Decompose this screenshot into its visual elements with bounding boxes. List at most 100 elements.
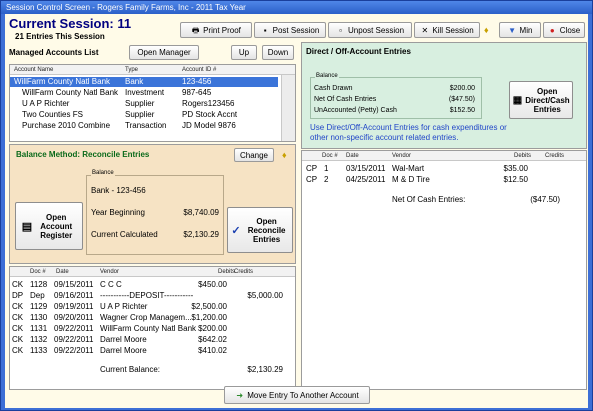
entry-vendor: WillFarm County Natl Bank [100, 324, 197, 333]
post-session-label: Post Session [272, 25, 320, 35]
account-id: 987-645 [182, 88, 212, 97]
col-debits: Debits [514, 153, 532, 159]
table-row[interactable]: CK 1132 09/22/2011 Darrel Moore $642.02 [10, 335, 295, 345]
cash-drawn-value: $200.00 [449, 85, 475, 92]
account-type: Transaction [125, 121, 167, 130]
table-row[interactable]: CK 1133 09/22/2011 Darrel Moore $410.02 [10, 346, 295, 356]
entry-doc: 1131 [30, 324, 48, 333]
session-title: Current Session: 11 [9, 16, 132, 31]
entry-vendor: U A P Richter [100, 302, 148, 311]
col-account-name: Account Name [14, 67, 54, 73]
table-row[interactable]: CP 1 03/15/2011 Wal-Mart $35.00 [302, 164, 586, 174]
year-beginning-label: Year Beginning [91, 208, 145, 217]
change-button[interactable]: Change [234, 148, 274, 162]
col-date: Date [56, 269, 69, 275]
table-row[interactable]: CK 1128 09/15/2011 C C C $450.00 [10, 280, 295, 290]
entry-vendor: Wal-Mart [392, 164, 425, 173]
move-entry-button[interactable]: ➜ Move Entry To Another Account [224, 386, 370, 404]
client-area: Current Session: 11 21 Entries This Sess… [5, 14, 588, 408]
open-direct-cash-entries-label: Open Direct/Cash Entries [525, 86, 570, 114]
printer-icon: 🖶 [191, 25, 200, 35]
minimize-icon: ▼ [508, 25, 516, 35]
col-debits: Debits [218, 269, 236, 275]
entry-type: CK [12, 302, 24, 311]
table-row[interactable]: DP Dep 09/16/2011 -----------DEPOSIT----… [10, 291, 295, 301]
register-icon: ▤ [21, 220, 33, 233]
col-account-id: Account ID # [182, 67, 217, 73]
entry-date: 09/19/2011 [54, 302, 94, 311]
table-row[interactable]: CK 1131 09/22/2011 WillFarm County Natl … [10, 324, 295, 334]
account-id: JD Model 9876 [182, 121, 236, 130]
col-doc: Doc # [322, 153, 338, 159]
list-item[interactable]: Two Counties FS Supplier PD Stock Accnt [10, 110, 295, 120]
table-row[interactable]: CK 1130 09/20/2011 Wagner Crop Managem..… [10, 313, 295, 323]
entry-type: CK [12, 335, 24, 344]
entry-type: CP [306, 164, 318, 173]
entry-type: DP [12, 291, 24, 300]
table-row[interactable]: CP 2 04/25/2011 M & D Tire $12.50 [302, 175, 586, 185]
account-name: Purchase 2010 Combine [22, 121, 111, 130]
list-item[interactable]: Purchase 2010 Combine Transaction JD Mod… [10, 121, 295, 131]
move-up-button[interactable]: Up [231, 45, 257, 60]
direct-entries-note: Use Direct/Off-Account Entries for cash … [310, 123, 507, 142]
kill-session-label: Kill Session [432, 25, 474, 35]
open-account-register-button[interactable]: ▤ Open Account Register [15, 202, 83, 250]
col-date: Date [346, 153, 359, 159]
tip-bulb-icon[interactable]: ♦ [282, 150, 287, 160]
minimize-label: Min [519, 25, 533, 35]
open-manager-button[interactable]: Open Manager [129, 45, 199, 60]
post-session-button[interactable]: ▪ Post Session [254, 22, 326, 38]
save-icon: ▪ [263, 25, 267, 35]
entry-doc: 2 [324, 175, 329, 184]
entry-date: 09/22/2011 [54, 324, 94, 333]
session-entries-count: 21 Entries This Session [15, 32, 105, 41]
accounts-list[interactable]: Account Name Type Account ID # WillFarm … [9, 64, 296, 142]
direct-entries-panel: Direct / Off-Account Entries Balance Cas… [301, 42, 587, 149]
net-cash-value: ($47.50) [448, 96, 475, 103]
entry-date: 03/15/2011 [346, 164, 386, 173]
col-vendor: Vendor [392, 153, 412, 159]
year-beginning-value: $8,740.09 [183, 208, 219, 217]
list-item[interactable]: WillFarm County Natl Bank Investment 987… [10, 88, 295, 98]
entry-type: CK [12, 313, 24, 322]
accounts-list-scrollbar[interactable] [281, 75, 295, 141]
close-button[interactable]: ● Close [543, 22, 585, 38]
account-register-list[interactable]: Doc # Date Vendor Debits Credits CK 1128… [9, 266, 296, 390]
entry-debit: $2,500.00 [191, 302, 227, 311]
open-direct-cash-entries-button[interactable]: ▦ Open Direct/Cash Entries [509, 81, 573, 119]
print-proof-label: Print Proof [203, 25, 241, 35]
direct-balance-group-label: Balance [315, 73, 339, 79]
entry-date: 09/22/2011 [54, 335, 94, 344]
entry-vendor: -----------DEPOSIT----------- [100, 291, 194, 300]
entry-date: 04/25/2011 [346, 175, 386, 184]
help-bulb-icon[interactable]: ♦ [484, 25, 489, 35]
current-calculated-label: Current Calculated [91, 230, 158, 239]
move-down-button[interactable]: Down [262, 45, 294, 60]
entry-debit: $12.50 [503, 175, 528, 184]
entry-credit: $5,000.00 [247, 291, 283, 300]
account-id: Rogers123456 [182, 99, 235, 108]
net-of-cash-entries-label: Net Of Cash Entries: [392, 195, 466, 204]
current-balance-label: Current Balance: [100, 365, 161, 374]
undo-icon: ▫ [339, 25, 342, 35]
col-credits: Credits [234, 269, 254, 275]
entry-doc: 1132 [30, 335, 48, 344]
entry-date: 09/16/2011 [54, 291, 94, 300]
direct-entries-list[interactable]: Doc # Date Vendor Debits Credits CP 1 03… [301, 150, 587, 390]
print-proof-button[interactable]: 🖶 Print Proof [180, 22, 252, 38]
cash-register-icon: ▦ [512, 94, 523, 106]
kill-session-button[interactable]: ✕ Kill Session [414, 22, 480, 38]
unpost-session-button[interactable]: ▫ Unpost Session [328, 22, 412, 38]
checkmark-icon: ✓ [231, 224, 241, 237]
list-item[interactable]: WillFarm County Natl Bank Bank 123-456 [10, 77, 278, 87]
unaccounted-cash-label: UnAccounted (Petty) Cash [314, 107, 397, 114]
net-of-cash-entries-value: ($47.50) [530, 195, 560, 204]
minimize-button[interactable]: ▼ Min [499, 22, 541, 38]
entry-doc: 1133 [30, 346, 48, 355]
table-row[interactable]: CK 1129 09/19/2011 U A P Richter $2,500.… [10, 302, 295, 312]
entry-debit: $450.00 [198, 280, 227, 289]
account-id: PD Stock Accnt [182, 110, 238, 119]
list-item[interactable]: U A P Richter Supplier Rogers123456 [10, 99, 295, 109]
open-reconcile-entries-button[interactable]: ✓ Open Reconcile Entries [227, 207, 293, 253]
account-name: Two Counties FS [22, 110, 83, 119]
